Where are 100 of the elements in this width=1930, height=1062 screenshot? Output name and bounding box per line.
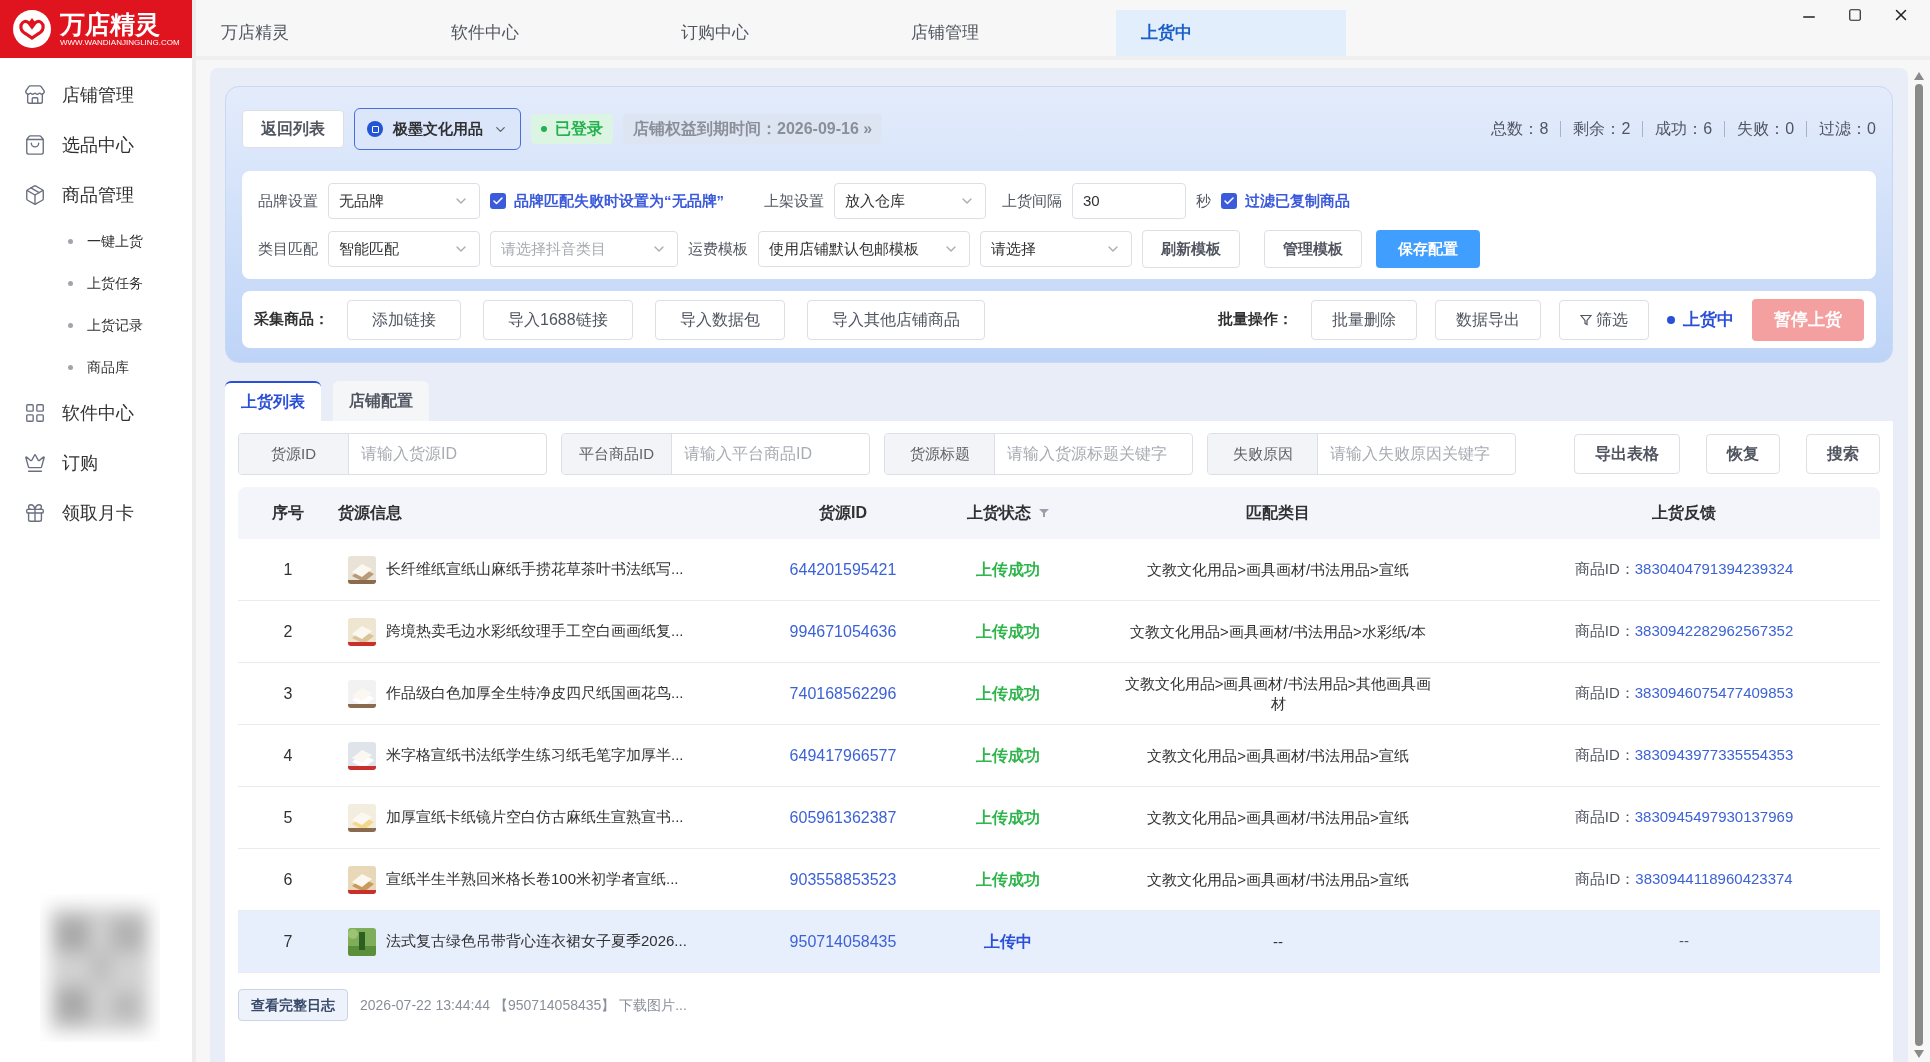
template-button[interactable]: 管理模板 <box>1264 230 1362 268</box>
table-row[interactable]: 7 法式复古绿色吊带背心连衣裙女子夏季2026... 950714058435 上传中 -- -- <box>238 911 1880 973</box>
checkbox[interactable] <box>490 193 506 209</box>
dropdown[interactable]: 无品牌 <box>328 183 480 219</box>
crown-icon <box>24 452 46 474</box>
row-number: 2 <box>283 621 293 642</box>
batch-button[interactable]: 数据导出 <box>1435 299 1541 340</box>
sidebar-subitem[interactable]: 上货记录 <box>87 314 143 336</box>
source-id-link[interactable]: 740168562296 <box>789 681 897 706</box>
bullet-icon <box>68 280 73 286</box>
interval-input[interactable]: 30 <box>1072 183 1186 219</box>
log-button[interactable]: 查看完整日志 <box>238 989 348 1021</box>
source-id-link[interactable]: 649417966577 <box>789 743 897 768</box>
logo-title: 万店精灵 <box>60 10 161 38</box>
search-bar-button[interactable]: 导出表格 <box>1574 434 1680 474</box>
sidebar-subitem[interactable]: 商品库 <box>87 356 129 378</box>
product-title: 加厚宣纸卡纸镜片空白仿古麻纸生宣熟宣书... <box>386 807 684 828</box>
top-tab[interactable]: 订购中心 <box>656 10 886 56</box>
table-row[interactable]: 2 跨境热卖毛边水彩纸纹理手工空白画画纸复... 994671054636 上传成功 文教文化用品>画具画材/书法用品>水彩纸/本 商品ID：3830942282962567352 <box>238 601 1880 663</box>
import-button[interactable]: 导入数据包 <box>654 299 785 340</box>
source-id-link[interactable]: 950714058435 <box>789 929 897 954</box>
top-tab[interactable]: 店铺管理 <box>886 10 1116 56</box>
batch-button[interactable]: 批量删除 <box>1311 299 1417 340</box>
status-text: 上传成功 <box>976 745 1040 766</box>
sidebar-subitem[interactable]: 一键上货 <box>87 230 143 252</box>
product-title: 米字格宣纸书法纸学生练习纸毛笔字加厚半... <box>386 745 684 766</box>
import-button[interactable]: 导入其他店铺商品 <box>806 299 985 340</box>
status-text: 上传成功 <box>976 683 1040 704</box>
dropdown[interactable]: 智能匹配 <box>328 231 480 267</box>
scroll-up-icon[interactable] <box>1914 72 1924 80</box>
table-row[interactable]: 5 加厚宣纸卡纸镜片空白仿古麻纸生宣熟宣书... 605961362387 上传成功 文教文化用品>画具画材/书法用品>宣纸 商品ID：3830945497930137969 <box>238 787 1880 849</box>
column-header: 上货反馈 <box>1652 503 1716 524</box>
product-id-link[interactable]: 3830943977335554353 <box>1634 744 1794 767</box>
feedback-label: 商品ID： <box>1574 621 1635 642</box>
dropdown[interactable]: 使用店铺默认包邮模板 <box>758 231 970 267</box>
filter-field[interactable]: 平台商品ID 请输入平台商品ID <box>561 433 870 475</box>
category-text: 文教文化用品>画具画材/书法用品>宣纸 <box>1147 807 1409 828</box>
category-text: 文教文化用品>画具画材/书法用品>水彩纸/本 <box>1130 621 1426 642</box>
checkbox-label: 过滤已复制商品 <box>1245 190 1350 211</box>
table-row[interactable]: 1 长纤维纸宣纸山麻纸手捞花草茶叶书法纸写... 644201595421 上传成功 文教文化用品>画具画材/书法用品>宣纸 商品ID：3830404791394239324 <box>238 539 1880 601</box>
dropdown[interactable]: 放入仓库 <box>834 183 986 219</box>
product-id-link[interactable]: 3830404791394239324 <box>1634 558 1794 581</box>
sidebar-item[interactable]: 选品中心 <box>0 120 192 170</box>
table-row[interactable]: 6 宣纸半生半熟回米格长卷100米初学者宣纸... 903558853523 上传成功 文教文化用品>画具画材/书法用品>宣纸 商品ID：3830944118960423374 <box>238 849 1880 911</box>
column-header: 匹配类目 <box>1246 503 1310 523</box>
filter-field[interactable]: 失败原因 请输入失败原因关键字 <box>1207 433 1516 475</box>
template-button[interactable]: 刷新模板 <box>1142 230 1240 268</box>
gift-icon <box>24 502 46 524</box>
sidebar-item[interactable]: 订购 <box>0 438 192 488</box>
checkbox[interactable] <box>1221 193 1237 209</box>
back-button[interactable]: 返回列表 <box>242 110 344 148</box>
top-tab[interactable]: 万店精灵 <box>196 10 426 56</box>
filter-field[interactable]: 货源标题 请输入货源标题关键字 <box>884 433 1193 475</box>
login-badge: 已登录 <box>531 114 613 144</box>
maximize-icon[interactable] <box>1848 8 1862 22</box>
product-id-link[interactable]: 3830946075477409853 <box>1634 682 1794 705</box>
scroll-down-icon[interactable] <box>1914 1050 1924 1058</box>
stat-text: 总数：8 <box>1491 119 1549 139</box>
top-tab[interactable]: 上货中 <box>1116 10 1346 56</box>
product-title: 法式复古绿色吊带背心连衣裙女子夏季2026... <box>386 931 687 952</box>
batch-label: 批量操作： <box>1218 309 1293 330</box>
product-id-link[interactable]: 3830944118960423374 <box>1635 868 1793 891</box>
source-id-link[interactable]: 605961362387 <box>789 805 897 830</box>
content-tab[interactable]: 店铺配置 <box>333 381 429 421</box>
dropdown[interactable]: 请选择 <box>980 231 1132 267</box>
row-number: 1 <box>283 559 293 580</box>
filter-button[interactable]: 筛选 <box>1559 299 1649 340</box>
source-id-link[interactable]: 644201595421 <box>789 557 897 582</box>
sidebar-item[interactable]: 店铺管理 <box>0 70 192 120</box>
top-tab[interactable]: 软件中心 <box>426 10 656 56</box>
product-id-link[interactable]: 3830945497930137969 <box>1634 806 1794 829</box>
status-text: 上传成功 <box>976 807 1040 828</box>
stat-text: 失败：0 <box>1737 119 1795 139</box>
product-id-link[interactable]: 3830942282962567352 <box>1634 620 1794 643</box>
table-row[interactable]: 3 作品级白色加厚全生特净皮四尺纸国画花鸟... 740168562296 上传成功 文教文化用品>画具画材/书法用品>其他画具画材 商品ID：3830946075477409853 <box>238 663 1880 725</box>
status-text: 上传成功 <box>976 559 1040 580</box>
filter-icon <box>1580 313 1592 326</box>
feedback-label: 商品ID： <box>1574 683 1635 704</box>
feedback-text: -- <box>1679 931 1689 952</box>
stat-text: 过滤：0 <box>1819 119 1876 139</box>
import-button[interactable]: 添加链接 <box>347 299 461 340</box>
sidebar-item[interactable]: 商品管理 <box>0 170 192 220</box>
sidebar-item[interactable]: 软件中心 <box>0 388 192 438</box>
status-text: 上传中 <box>984 931 1032 952</box>
table-row[interactable]: 4 米字格宣纸书法纸学生练习纸毛笔字加厚半... 649417966577 上传成功 文教文化用品>画具画材/书法用品>宣纸 商品ID：3830943977335554353 <box>238 725 1880 787</box>
source-id-link[interactable]: 903558853523 <box>789 867 897 892</box>
import-button[interactable]: 导入1688链接 <box>483 299 633 340</box>
row-number: 4 <box>283 745 293 766</box>
content-tab[interactable]: 上货列表 <box>225 381 321 421</box>
store-dropdown[interactable]: 极墨文化用品 <box>354 108 521 150</box>
check-icon <box>492 195 504 207</box>
search-bar-button[interactable]: 恢复 <box>1706 434 1780 474</box>
bullet-icon <box>68 238 73 244</box>
field-label: 秒 <box>1196 190 1211 211</box>
filter-field[interactable]: 货源ID 请输入货源ID <box>238 433 547 475</box>
sidebar-item[interactable]: 领取月卡 <box>0 488 192 538</box>
search-bar-button[interactable]: 搜索 <box>1806 434 1880 474</box>
sidebar-subitem[interactable]: 上货任务 <box>87 272 143 294</box>
category-text: -- <box>1273 931 1283 952</box>
source-id-link[interactable]: 994671054636 <box>789 619 897 644</box>
